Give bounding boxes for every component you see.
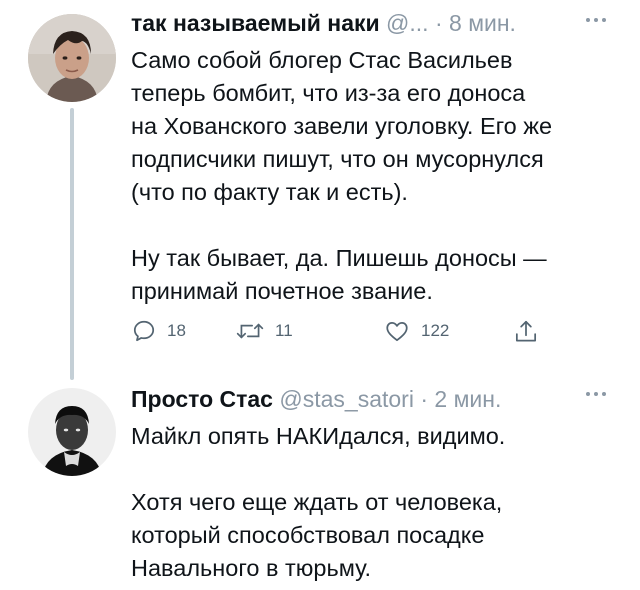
tweet-actions: 18 11 122 (131, 318, 551, 354)
like-button[interactable]: 122 (383, 318, 449, 344)
thread-connector-line (70, 108, 74, 380)
separator-dot: · (434, 10, 443, 36)
separator-dot: · (420, 386, 429, 412)
author-avatar[interactable] (28, 14, 116, 102)
tweet-text-line: Ну так бывает, да. Пишешь доносы — (131, 245, 547, 271)
tweet-timestamp[interactable]: 2 мин. (434, 386, 501, 412)
author-name[interactable]: так называемый наки (131, 10, 380, 36)
share-icon (515, 320, 537, 342)
tweet-text-line: Хотя чего еще ждать от человека, (131, 489, 503, 515)
tweet-text-line: Навального в тюрьму. (131, 555, 372, 581)
retweet-count: 11 (275, 321, 293, 340)
retweet-icon (236, 323, 264, 339)
reply-icon (133, 320, 155, 342)
tweet-text-line: Майкл опять НАКИдался, видимо. (131, 423, 506, 449)
author-avatar[interactable] (28, 388, 116, 476)
retweet-button[interactable]: 11 (235, 318, 293, 344)
tweet-header: Просто Стас @stas_satori · 2 мин. (131, 386, 501, 413)
tweet-text-line: (что по факту так и есть). (131, 179, 408, 205)
reply-count: 18 (167, 321, 186, 340)
tweet-text: Майкл опять НАКИдался, видимо. Хотя чего… (131, 420, 621, 585)
tweet-text-line: который способствовал посадке (131, 522, 485, 548)
like-count: 122 (421, 321, 450, 340)
more-dots-icon[interactable] (582, 6, 610, 36)
user-avatar-photo-icon (28, 388, 116, 476)
tweet-text-line: подписчики пишут, что он мусорнулся (131, 146, 544, 172)
tweet-text-line: принимай почетное звание. (131, 278, 433, 304)
user-avatar-photo-icon (28, 14, 116, 102)
heart-icon (386, 322, 408, 342)
author-handle[interactable]: @... (386, 10, 429, 36)
tweet-text-line: теперь бомбит, что из-за его доноса (131, 80, 526, 106)
tweet-timestamp[interactable]: 8 мин. (449, 10, 516, 36)
share-button[interactable] (513, 318, 539, 346)
tweet-text-line: на Хованского завели уголовку. Его же (131, 113, 553, 139)
more-dots-icon[interactable] (582, 380, 610, 410)
tweet-text-line: Само собой блогер Стас Васильев (131, 47, 513, 73)
tweet[interactable]: так называемый наки @... · 8 мин. Само с… (0, 0, 640, 380)
reply-button[interactable]: 18 (131, 318, 186, 344)
tweet-header: так называемый наки @... · 8 мин. (131, 10, 516, 37)
tweet-text: Само собой блогер Стас Васильев теперь б… (131, 44, 621, 308)
author-name[interactable]: Просто Стас (131, 386, 273, 412)
author-handle[interactable]: @stas_satori (279, 386, 414, 412)
